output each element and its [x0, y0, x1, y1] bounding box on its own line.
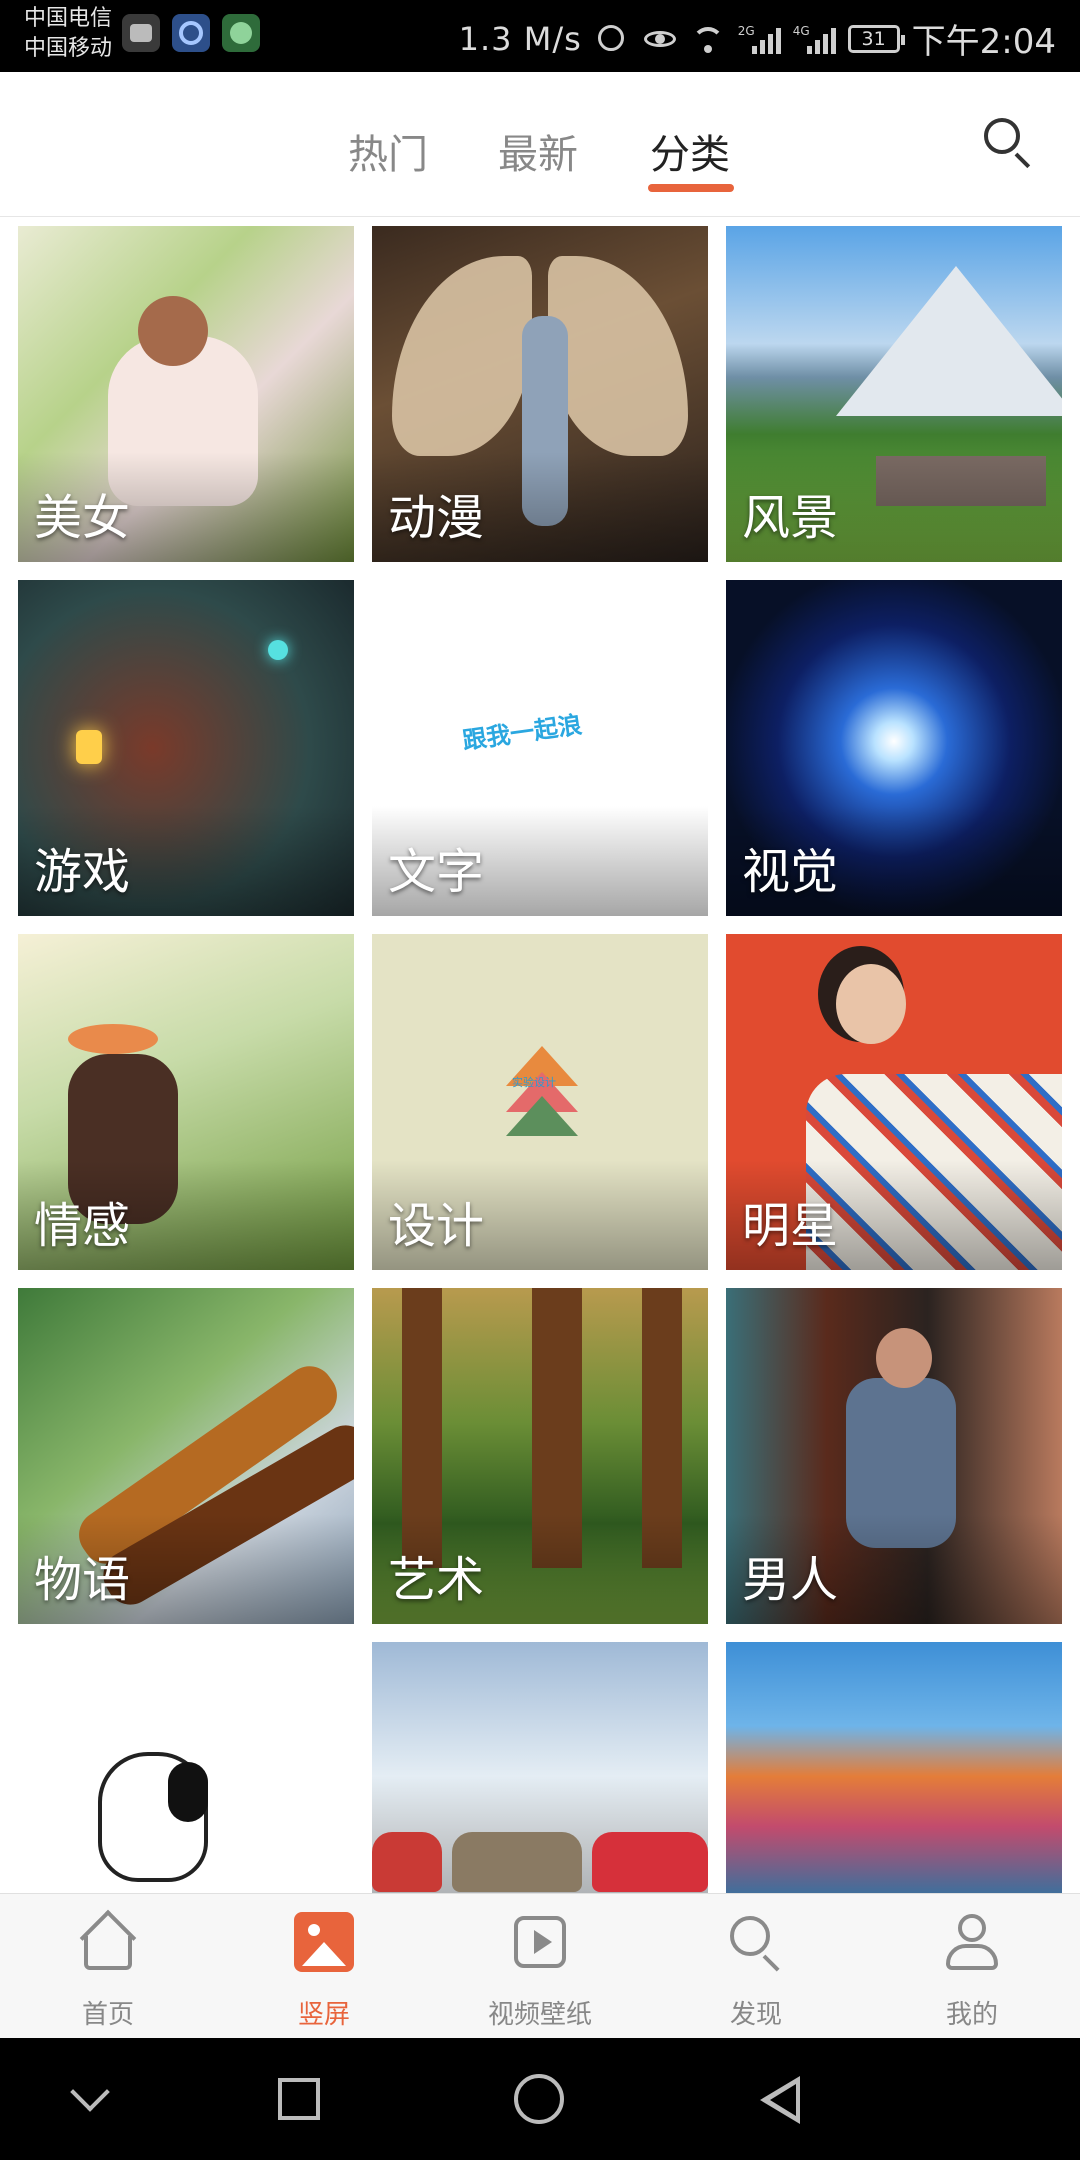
- carrier-2: 中国移动: [24, 36, 113, 61]
- system-nav-bar: [0, 2038, 1080, 2160]
- category-label: 男人: [742, 1552, 839, 1608]
- category-label: 游戏: [34, 844, 131, 900]
- nav-portrait[interactable]: 竖屏: [216, 1894, 432, 2039]
- design-image-caption: 实验设计: [512, 1076, 556, 1089]
- bottom-nav: 首页 竖屏 视频壁纸 发现 我的: [0, 1893, 1080, 2039]
- app-icon-3: [222, 14, 260, 52]
- category-label: 美女: [34, 490, 131, 546]
- category-tile-landscape[interactable]: 风景: [726, 226, 1062, 562]
- signal-icon: 4G: [793, 24, 836, 54]
- active-tab-indicator: [648, 184, 734, 192]
- category-tile-star[interactable]: 明星: [726, 934, 1062, 1270]
- category-image-car: [372, 1642, 708, 1893]
- video-play-icon: [510, 1912, 570, 1972]
- category-tile-beauty[interactable]: 美女: [18, 226, 354, 562]
- tab-latest[interactable]: 最新: [498, 122, 578, 180]
- category-tile-visual[interactable]: 视觉: [726, 580, 1062, 916]
- category-label: 情感: [34, 1198, 131, 1254]
- battery-icon: 31: [847, 24, 905, 53]
- category-tile-design[interactable]: 实验设计 设计: [372, 934, 708, 1270]
- nav-label: 视频壁纸: [487, 2000, 592, 2030]
- signal-2-label: 4G: [792, 23, 810, 38]
- recents-square-icon[interactable]: [274, 2074, 324, 2124]
- category-label: 文字: [388, 844, 485, 900]
- nav-home[interactable]: 首页: [0, 1894, 216, 2039]
- carrier-info: 中国电信 中国移动: [24, 4, 112, 64]
- category-image-snoopy: [18, 1642, 354, 1893]
- nav-me[interactable]: 我的: [864, 1894, 1080, 2039]
- category-grid: 美女 动漫 风景 游戏 跟我一起浪 文字 视觉 情感 实验设计 设计 明星 物语…: [0, 226, 1080, 1893]
- signal-1-label: 2G: [737, 23, 755, 38]
- tab-category[interactable]: 分类: [650, 122, 730, 180]
- alarm-icon: [594, 21, 630, 57]
- app-icon-1: [122, 14, 160, 52]
- eye-icon: [642, 21, 678, 57]
- status-right: 1.3 M/s 2G 4G 31 下午2:04: [459, 14, 1056, 63]
- category-label: 物语: [34, 1552, 131, 1608]
- home-icon: [78, 1912, 138, 1972]
- nav-video-wallpaper[interactable]: 视频壁纸: [432, 1894, 648, 2039]
- category-label: 动漫: [388, 490, 485, 546]
- category-tile-man[interactable]: 男人: [726, 1288, 1062, 1624]
- search-icon[interactable]: [980, 114, 1040, 174]
- category-label: 设计: [388, 1198, 485, 1254]
- category-tile-anime[interactable]: 动漫: [372, 226, 708, 562]
- nav-label: 竖屏: [297, 2000, 350, 2030]
- top-tab-bar: 热门 最新 分类: [0, 72, 1080, 217]
- profile-icon: [942, 1912, 1002, 1972]
- category-tile-story[interactable]: 物语: [18, 1288, 354, 1624]
- category-label: 明星: [742, 1198, 839, 1254]
- collapse-icon[interactable]: [66, 2074, 116, 2124]
- category-label: 视觉: [742, 844, 839, 900]
- portrait-wallpaper-icon: [294, 1912, 354, 1972]
- status-bar: 中国电信 中国移动 1.3 M/s 2G 4G 31 下午2:04: [0, 0, 1080, 72]
- nav-discover[interactable]: 发现: [648, 1894, 864, 2039]
- carrier-1: 中国电信: [24, 6, 113, 31]
- category-tile-coast[interactable]: [726, 1642, 1062, 1893]
- category-image-coast: [726, 1642, 1062, 1893]
- category-tile-game[interactable]: 游戏: [18, 580, 354, 916]
- home-circle-icon[interactable]: [514, 2074, 564, 2124]
- discover-icon: [726, 1912, 786, 1972]
- nav-label: 首页: [81, 2000, 134, 2030]
- nav-label: 我的: [945, 2000, 998, 2030]
- tab-hot[interactable]: 热门: [348, 122, 428, 180]
- category-label: 艺术: [388, 1552, 485, 1608]
- nav-label: 发现: [729, 2000, 782, 2030]
- notification-apps: [122, 14, 260, 52]
- app-icon-2: [172, 14, 210, 52]
- text-image-caption: 跟我一起浪: [460, 710, 584, 755]
- wifi-icon: [690, 21, 726, 57]
- back-triangle-icon[interactable]: [756, 2074, 806, 2124]
- clock: 下午2:04: [911, 22, 1056, 62]
- category-tile-emotion[interactable]: 情感: [18, 934, 354, 1270]
- category-tile-text[interactable]: 跟我一起浪 文字: [372, 580, 708, 916]
- signal-icon: 2G: [738, 24, 781, 54]
- network-speed: 1.3 M/s: [458, 19, 582, 58]
- category-tile-art[interactable]: 艺术: [372, 1288, 708, 1624]
- category-tile-car[interactable]: [372, 1642, 708, 1893]
- category-tile-snoopy[interactable]: [18, 1642, 354, 1893]
- category-label: 风景: [742, 490, 839, 546]
